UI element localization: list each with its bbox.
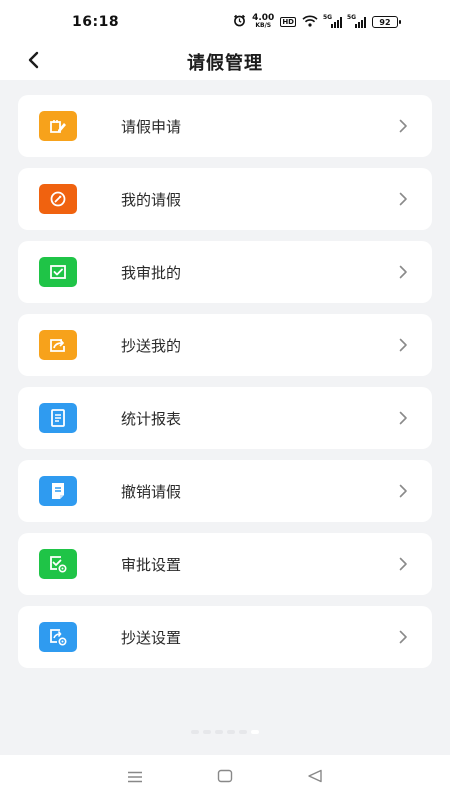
cc-settings-icon: [39, 622, 77, 652]
system-nav-bar: [0, 755, 450, 800]
approval-check-icon: [39, 257, 77, 287]
chevron-left-icon: [27, 51, 41, 73]
chevron-right-icon: [396, 265, 410, 279]
wifi-icon: [302, 15, 318, 30]
menu-item-label: 请假申请: [121, 117, 182, 136]
menu-item-leave-apply[interactable]: 请假申请: [18, 95, 432, 157]
network-speed-unit: KB/S: [255, 22, 272, 29]
page-dot: [203, 730, 211, 734]
network-speed-value: 4.00: [252, 13, 275, 23]
alarm-icon: [233, 14, 246, 30]
chevron-right-icon: [396, 484, 410, 498]
menu-item-cc-settings[interactable]: 抄送设置: [18, 606, 432, 668]
signal-tag-2: 5G: [347, 13, 357, 21]
page-title: 请假管理: [187, 53, 263, 74]
my-leave-icon: [39, 184, 77, 214]
triangle-back-icon: [307, 768, 323, 787]
square-icon: [217, 768, 233, 787]
menu-item-label: 我的请假: [121, 190, 182, 209]
report-icon: [39, 403, 77, 433]
status-bar: 16:18 4.00 KB/S HD 5G 5G 92: [0, 0, 450, 44]
menu-item-label: 我审批的: [121, 263, 182, 282]
menu-item-label: 审批设置: [121, 555, 182, 574]
chevron-right-icon: [396, 338, 410, 352]
menu-item-label: 抄送设置: [121, 628, 182, 647]
back-nav-button[interactable]: [300, 763, 330, 793]
signal-icon-2: 5G: [347, 13, 366, 28]
page-dot: [227, 730, 235, 734]
signal-icon-1: 5G: [323, 13, 342, 28]
page-dot-active: [251, 730, 259, 734]
chevron-right-icon: [396, 411, 410, 425]
hd-badge: HD: [280, 17, 296, 27]
menu-item-label: 抄送我的: [121, 336, 182, 355]
status-time: 16:18: [72, 14, 120, 30]
menu-item-statistics-report[interactable]: 统计报表: [18, 387, 432, 449]
page-indicator: [0, 730, 450, 734]
menu-item-cc-to-me[interactable]: 抄送我的: [18, 314, 432, 376]
chevron-right-icon: [396, 192, 410, 206]
menu-lines-icon: [127, 768, 143, 787]
menu-item-approval-settings[interactable]: 审批设置: [18, 533, 432, 595]
page-dot: [191, 730, 199, 734]
menu-nav-button[interactable]: [120, 763, 150, 793]
page-dot: [215, 730, 223, 734]
back-button[interactable]: [20, 48, 48, 76]
network-speed: 4.00 KB/S: [252, 14, 274, 30]
leave-apply-icon: [39, 111, 77, 141]
chevron-right-icon: [396, 557, 410, 571]
battery-indicator: 92: [372, 16, 401, 28]
home-nav-button[interactable]: [210, 763, 240, 793]
menu-item-cancel-leave[interactable]: 撤销请假: [18, 460, 432, 522]
nav-bar: 请假管理: [0, 44, 450, 80]
status-icons: 4.00 KB/S HD 5G 5G 92: [233, 13, 401, 30]
approval-settings-icon: [39, 549, 77, 579]
cancel-leave-icon: [39, 476, 77, 506]
chevron-right-icon: [396, 119, 410, 133]
menu-item-label: 撤销请假: [121, 482, 182, 501]
menu-item-approved-by-me[interactable]: 我审批的: [18, 241, 432, 303]
cc-share-icon: [39, 330, 77, 360]
menu-item-label: 统计报表: [121, 409, 182, 428]
menu-list: 请假申请 我的请假 我审批的 抄送我的 统计报表 撤销请假 审批设置 抄送设置: [18, 95, 432, 679]
menu-item-my-leave[interactable]: 我的请假: [18, 168, 432, 230]
chevron-right-icon: [396, 630, 410, 644]
signal-tag-1: 5G: [323, 13, 333, 21]
page-dot: [239, 730, 247, 734]
